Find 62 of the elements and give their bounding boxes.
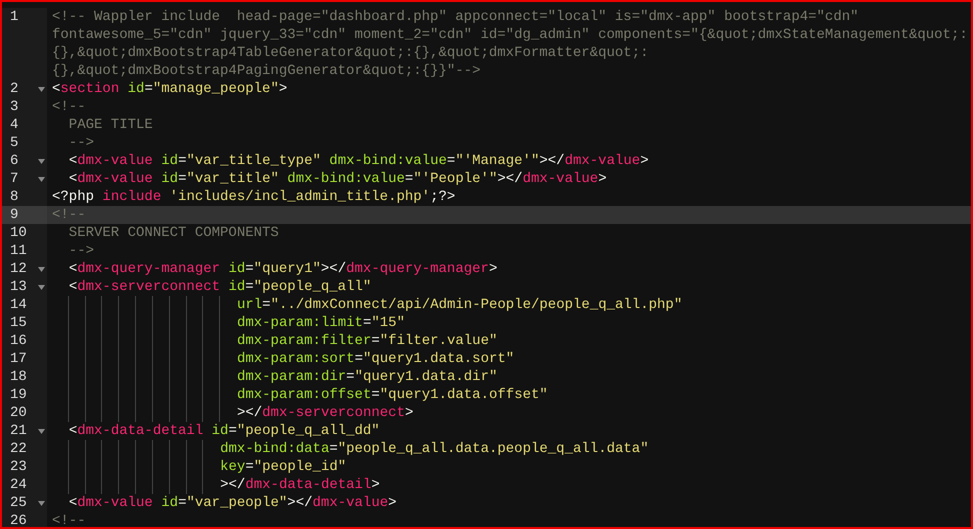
- line-number: 8: [10, 188, 18, 206]
- code-line: dmx-param:offset="query1.data.offset": [52, 386, 548, 404]
- line-number: 18: [10, 368, 27, 386]
- line-number: 10: [10, 224, 27, 242]
- line-number: 1: [10, 8, 18, 26]
- code-line: dmx-param:sort="query1.data.sort": [52, 350, 514, 368]
- fold-icon[interactable]: [38, 87, 45, 92]
- code-line: <dmx-value id="var_title_type" dmx-bind:value="'Manage'"></dmx-value>: [68, 152, 649, 170]
- fold-icon[interactable]: [38, 177, 45, 182]
- code-line: PAGE TITLE: [68, 116, 153, 134]
- line-number: 7: [10, 170, 18, 188]
- fold-icon[interactable]: [38, 429, 45, 434]
- code-line: <dmx-query-manager id="query1"></dmx-query-manager>: [68, 260, 498, 278]
- line-number: 4: [10, 116, 18, 134]
- code-line: {},&quot;dmxBootstrap4PagingGenerator&quot;:{}}"-->: [52, 62, 480, 80]
- line-number: 20: [10, 404, 27, 422]
- line-number: 2: [10, 80, 18, 98]
- code-line: dmx-param:filter="filter.value": [52, 332, 498, 350]
- line-number: 6: [10, 152, 18, 170]
- line-number: 25: [10, 494, 27, 512]
- code-line: <!--: [52, 512, 86, 527]
- fold-icon[interactable]: [38, 267, 45, 272]
- code-line: dmx-param:limit="15": [52, 314, 405, 332]
- fold-icon[interactable]: [38, 501, 45, 506]
- code-line: <!--: [52, 98, 86, 116]
- line-number: 21: [10, 422, 27, 440]
- code-line: dmx-param:dir="query1.data.dir": [52, 368, 498, 386]
- line-number: 5: [10, 134, 18, 152]
- code-line: dmx-bind:data="people_q_all.data.people_q_all.data": [52, 440, 649, 458]
- line-number: 13: [10, 278, 27, 296]
- line-number: 23: [10, 458, 27, 476]
- code-line: fontawesome_5="cdn" jquery_33="cdn" moment_2="cdn" id="dg_admin" components="{&quot;dmxStateManagement&quot;:: [52, 26, 968, 44]
- code-line: <section id="manage_people">: [52, 80, 288, 98]
- line-number: 9: [10, 206, 18, 224]
- code-line: SERVER CONNECT COMPONENTS: [68, 224, 279, 242]
- line-number: 17: [10, 350, 27, 368]
- code-line: <!-- Wappler include head-page="dashboard.php" appconnect="local" is="dmx-app" bootstrap4="cdn": [52, 8, 859, 26]
- code-line: <?php include 'includes/incl_admin_title.php';?>: [52, 188, 456, 206]
- line-number: 26: [10, 512, 27, 527]
- code-line: <dmx-serverconnect id="people_q_all": [68, 278, 372, 296]
- line-number: 3: [10, 98, 18, 116]
- line-number: 24: [10, 476, 27, 494]
- fold-icon[interactable]: [38, 285, 45, 290]
- code-line: url="../dmxConnect/api/Admin-People/people_q_all.php": [52, 296, 682, 314]
- code-line: {},&quot;dmxBootstrap4TableGenerator&quot;:{},&quot;dmxFormatter&quot;:: [52, 44, 648, 62]
- line-number: 12: [10, 260, 27, 278]
- fold-icon[interactable]: [38, 159, 45, 164]
- line-number: 14: [10, 296, 27, 314]
- code-line: <dmx-value id="var_people"></dmx-value>: [68, 494, 397, 512]
- code-line: key="people_id": [52, 458, 346, 476]
- code-line: <!--: [52, 206, 86, 224]
- line-number: 19: [10, 386, 27, 404]
- code-line: -->: [68, 242, 94, 260]
- code-line: <dmx-data-detail id="people_q_all_dd": [68, 422, 380, 440]
- line-number: 15: [10, 314, 27, 332]
- line-number: 16: [10, 332, 27, 350]
- code-line: -->: [68, 134, 94, 152]
- code-line: <dmx-value id="var_title" dmx-bind:value="'People'"></dmx-value>: [68, 170, 607, 188]
- line-number: 11: [10, 242, 27, 260]
- code-line: ></dmx-serverconnect>: [52, 404, 414, 422]
- code-line: ></dmx-data-detail>: [52, 476, 380, 494]
- line-number: 22: [10, 440, 27, 458]
